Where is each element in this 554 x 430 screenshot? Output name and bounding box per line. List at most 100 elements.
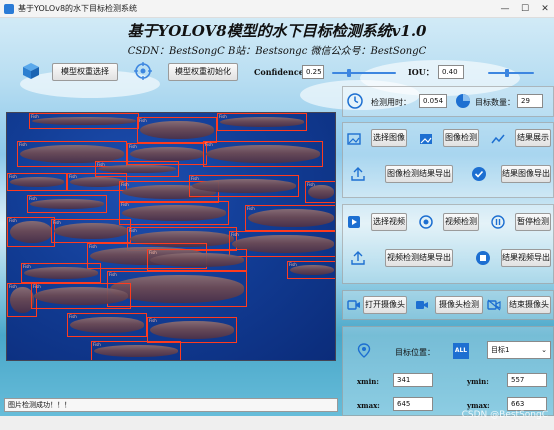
detection-box: Fish xyxy=(305,181,335,203)
export-video-result-button[interactable]: 视频检测结果导出 xyxy=(385,249,453,267)
detection-box: Fish xyxy=(217,113,307,131)
window-title: 基于YOLOv8的水下目标检测系统 xyxy=(18,4,138,13)
select-video-button[interactable]: 选择视频 xyxy=(371,213,407,231)
open-camera-button[interactable]: 打开摄像头 xyxy=(363,296,407,314)
iou-slider-handle[interactable] xyxy=(504,69,509,77)
detection-box: Fish xyxy=(245,205,335,231)
window-titlebar: 基于YOLOv8的水下目标检测系统 — ☐ ✕ xyxy=(0,0,554,18)
detect-camera-button[interactable]: 摄像头检测 xyxy=(435,296,483,314)
check-circle-icon xyxy=(472,167,486,181)
clock-icon xyxy=(347,93,363,109)
xmin-label: xmin: xyxy=(357,377,379,386)
export-result-video-button[interactable]: 结果视频导出 xyxy=(501,249,551,267)
target-select[interactable]: 目标1 ⌄ xyxy=(487,341,551,359)
camera-panel: 打开摄像头 摄像头检测 结束摄像头 xyxy=(342,290,554,320)
detection-label: Fish xyxy=(219,114,227,119)
video-panel: 选择视频 视频检测 暂停检测 视频检测结果导出 结果视频导出 xyxy=(342,204,554,284)
watermark: CSDN @BestSongC xyxy=(461,410,548,420)
page-subtitle: CSDN：BestSongC B站：Bestsongc 微信公众号：BestSo… xyxy=(127,46,427,57)
picture-detect-icon xyxy=(420,134,432,144)
upload-icon xyxy=(351,167,365,181)
detection-label: Fish xyxy=(289,262,297,267)
count-value: 29 xyxy=(517,94,543,108)
iou-input[interactable]: 0.40 xyxy=(438,65,464,79)
detection-image-view: Fish Fish Fish Fish Fish Fish Fish Fish Fish Fish… xyxy=(6,112,336,361)
init-weights-button[interactable]: 模型权重初始化 xyxy=(168,63,238,81)
detection-label: Fish xyxy=(121,202,129,207)
detection-label: Fish xyxy=(9,218,17,223)
select-image-button[interactable]: 选择图像 xyxy=(371,129,407,147)
chevron-down-icon: ⌄ xyxy=(541,346,547,354)
show-result-button[interactable]: 结果展示 xyxy=(515,129,551,147)
detection-label: Fish xyxy=(129,144,137,149)
detection-box: Fish xyxy=(147,249,247,271)
ymin-value: 557 xyxy=(507,373,547,387)
pause-icon xyxy=(491,215,505,229)
stop-circle-icon xyxy=(476,251,490,265)
ymax-value: 663 xyxy=(507,397,547,411)
detection-box: Fish xyxy=(67,313,147,337)
page-title: 基于YOLOV8模型的水下目标检测系统v1.0 xyxy=(127,22,427,40)
confidence-input[interactable]: 0.25 xyxy=(302,65,324,79)
detection-label: Fish xyxy=(89,244,97,249)
detection-label: Fish xyxy=(191,176,199,181)
pause-detect-button[interactable]: 暂停检测 xyxy=(515,213,551,231)
image-panel: 选择图像 图像检测 结果展示 图像检测结果导出 结果图像导出 xyxy=(342,122,554,198)
target-position-panel: 目标位置： ALL 目标1 ⌄ xmin: 341 ymin: 557 xmax… xyxy=(342,326,554,416)
detection-label: Fish xyxy=(139,118,147,123)
xmax-value: 645 xyxy=(393,397,433,411)
detection-label: Fish xyxy=(97,162,105,167)
close-icon[interactable]: ✕ xyxy=(536,1,554,17)
confidence-label: Confidence: xyxy=(254,67,307,77)
detection-box: Fish xyxy=(91,341,181,360)
detect-image-button[interactable]: 图像检测 xyxy=(443,129,479,147)
maximize-icon[interactable]: ☐ xyxy=(516,1,534,17)
target-position-label: 目标位置： xyxy=(395,348,435,357)
detection-label: Fish xyxy=(205,142,213,147)
detection-box: Fish xyxy=(21,263,101,283)
detection-box: Fish xyxy=(7,217,55,247)
detection-box: Fish xyxy=(27,195,107,213)
trend-icon xyxy=(491,134,505,144)
detection-box: Fish xyxy=(119,201,229,225)
detection-label: Fish xyxy=(9,174,17,179)
confidence-slider-handle[interactable] xyxy=(347,69,351,77)
export-image-result-button[interactable]: 图像检测结果导出 xyxy=(385,165,453,183)
count-label: 目标数量： xyxy=(475,98,515,107)
detection-box: Fish xyxy=(7,173,67,191)
detection-box: Fish xyxy=(189,175,299,197)
detection-label: Fish xyxy=(29,196,37,201)
confidence-slider[interactable] xyxy=(332,69,396,77)
status-bar: 图片检测成功！！！ xyxy=(4,398,338,412)
xmax-label: xmax: xyxy=(357,401,380,410)
camera-off-icon xyxy=(487,299,501,311)
detection-box: Fish xyxy=(147,317,237,343)
detection-box: Fish xyxy=(137,117,217,143)
detection-label: Fish xyxy=(93,342,101,347)
detection-label: Fish xyxy=(247,206,255,211)
detection-label: Fish xyxy=(33,284,41,289)
detection-box: Fish xyxy=(29,113,139,129)
time-value: 0.054 xyxy=(419,94,447,108)
minimize-icon[interactable]: — xyxy=(496,1,514,17)
detection-box: Fish xyxy=(67,173,127,191)
iou-label: IOU： xyxy=(408,67,434,77)
location-pin-icon xyxy=(357,343,371,358)
detection-label: Fish xyxy=(23,264,31,269)
lens-icon xyxy=(419,215,433,229)
video-file-icon xyxy=(348,216,360,228)
detection-label: Fish xyxy=(9,284,17,289)
close-camera-button[interactable]: 结束摄像头 xyxy=(507,296,551,314)
select-weights-button[interactable]: 模型权重选择 xyxy=(52,63,118,81)
detection-label: Fish xyxy=(149,318,157,323)
detection-box: Fish xyxy=(287,261,335,279)
export-result-image-button[interactable]: 结果图像导出 xyxy=(501,165,551,183)
cube-icon xyxy=(23,63,39,79)
detect-video-button[interactable]: 视频检测 xyxy=(443,213,479,231)
image-icon xyxy=(347,133,361,145)
iou-slider[interactable] xyxy=(488,69,534,77)
detection-label: Fish xyxy=(231,232,239,237)
pie-chart-icon xyxy=(456,94,470,108)
upload-icon xyxy=(351,251,365,265)
time-label: 检测用时： xyxy=(371,98,411,107)
